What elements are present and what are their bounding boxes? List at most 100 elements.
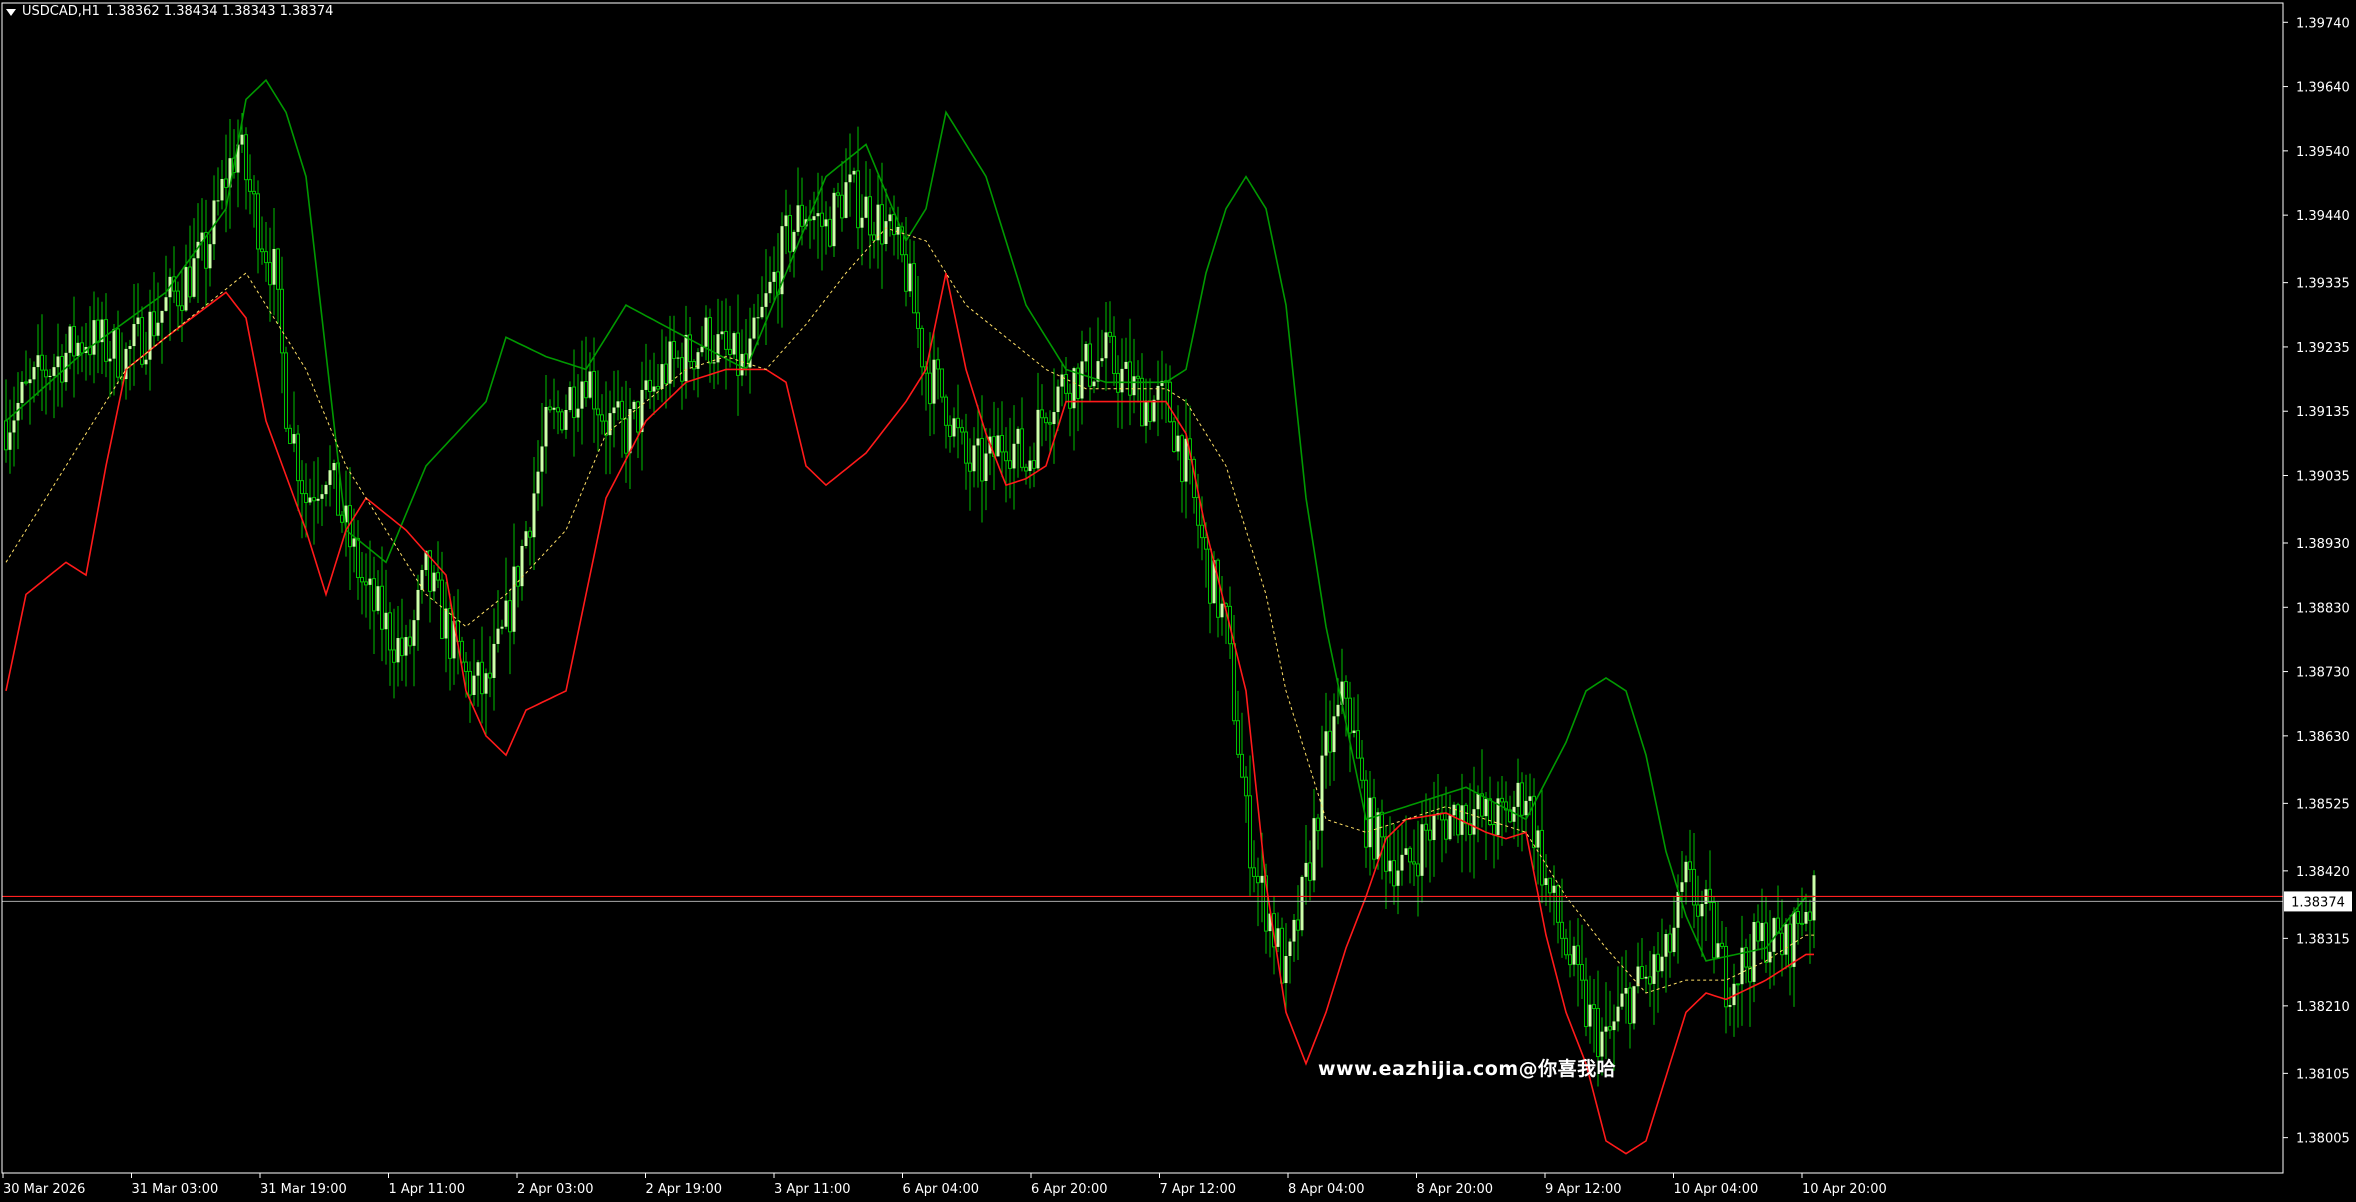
candle-body-bull bbox=[796, 205, 800, 232]
candle-body-bull bbox=[1716, 943, 1720, 958]
candle-body-bear bbox=[692, 361, 696, 370]
candle-body-bull bbox=[1552, 885, 1556, 893]
candle-body-bear bbox=[1608, 1026, 1612, 1031]
candle-body-bear bbox=[248, 179, 252, 192]
candle-body-bear bbox=[1248, 795, 1252, 869]
candle-body-bull bbox=[36, 355, 40, 368]
candle-body-bull bbox=[164, 297, 168, 311]
candle-body-bull bbox=[136, 317, 140, 325]
candle-body-bear bbox=[548, 406, 552, 411]
time-tick-label: 2 Apr 19:00 bbox=[646, 1182, 723, 1197]
candle-body-bear bbox=[1564, 937, 1568, 956]
candle-body-bull bbox=[524, 531, 528, 546]
time-tick-label: 10 Apr 20:00 bbox=[1802, 1182, 1887, 1197]
candle-body-bear bbox=[44, 369, 48, 378]
candle-body-bear bbox=[304, 493, 308, 503]
candle-body-bear bbox=[1412, 861, 1416, 865]
candle-body-bear bbox=[728, 348, 732, 356]
candle-body-bull bbox=[1516, 782, 1520, 807]
candle-body-bull bbox=[1152, 399, 1156, 422]
candle-body-bear bbox=[1024, 466, 1028, 472]
candle-body-bear bbox=[488, 672, 492, 679]
candle-body-bull bbox=[1336, 704, 1340, 717]
candle-body-bear bbox=[964, 431, 968, 464]
candle-body-bear bbox=[840, 194, 844, 219]
candle-body-bull bbox=[768, 281, 772, 294]
candle-body-bull bbox=[20, 381, 24, 403]
candle-body-bear bbox=[584, 381, 588, 399]
candle-body-bull bbox=[908, 263, 912, 292]
candle-body-bull bbox=[996, 435, 1000, 457]
candle-body-bear bbox=[872, 234, 876, 241]
collapse-triangle-icon[interactable] bbox=[6, 9, 16, 16]
candle-body-bull bbox=[272, 248, 276, 285]
time-tick-label: 8 Apr 04:00 bbox=[1288, 1182, 1365, 1197]
candle-body-bear bbox=[968, 462, 972, 472]
candle-body-bull bbox=[568, 387, 572, 411]
candle-body-bear bbox=[788, 214, 792, 253]
candle-body-bull bbox=[588, 371, 592, 398]
candle-body-bear bbox=[288, 427, 292, 445]
candle-body-bear bbox=[284, 352, 288, 429]
candle-body-bull bbox=[720, 331, 724, 335]
candle-body-bull bbox=[92, 320, 96, 355]
symbol-timeframe: USDCAD,H1 bbox=[22, 4, 100, 19]
candle-body-bull bbox=[1084, 343, 1088, 362]
price-tick-label: 1.38525 bbox=[2296, 797, 2350, 812]
candle-body-bear bbox=[1316, 817, 1320, 832]
candle-body-bull bbox=[1644, 976, 1648, 979]
candle-body-bear bbox=[400, 637, 404, 657]
candle-body-bull bbox=[848, 174, 852, 183]
price-tick-label: 1.38210 bbox=[2296, 1000, 2350, 1015]
candle-body-bull bbox=[328, 470, 332, 485]
candle-body-bull bbox=[1284, 956, 1288, 984]
candle-body-bull bbox=[668, 341, 672, 384]
candle-body-bull bbox=[740, 353, 744, 376]
candle-body-bear bbox=[656, 386, 660, 390]
candle-body-bear bbox=[1040, 409, 1044, 419]
candle-body-bear bbox=[1584, 979, 1588, 1028]
candle-body-bull bbox=[144, 359, 148, 365]
candle-body-bear bbox=[1668, 933, 1672, 953]
candle-body-bull bbox=[824, 219, 828, 227]
candle-body-bull bbox=[772, 271, 776, 282]
candle-body-bear bbox=[1068, 392, 1072, 409]
candle-body-bull bbox=[1684, 861, 1688, 883]
candle-body-bull bbox=[1612, 1021, 1616, 1031]
candle-body-bear bbox=[1200, 524, 1204, 539]
candle-body-bear bbox=[1628, 987, 1632, 1024]
candle-body-bear bbox=[280, 288, 284, 354]
candle-body-bear bbox=[1000, 434, 1004, 453]
candle-body-bear bbox=[180, 305, 184, 311]
candle-body-bear bbox=[1736, 983, 1740, 986]
candle-body-bull bbox=[28, 379, 32, 384]
candle-body-bear bbox=[1596, 1008, 1600, 1058]
candle-body-bull bbox=[1388, 860, 1392, 872]
candle-body-bull bbox=[616, 401, 620, 408]
candle-body-bear bbox=[920, 327, 924, 368]
candle-body-bull bbox=[320, 494, 324, 499]
price-chart[interactable]: 1.39740 1.39640 1.39540 1.39440 1.39335 1.392… bbox=[0, 0, 2356, 1202]
candle-body-bull bbox=[1036, 409, 1040, 469]
candle-body-bull bbox=[540, 446, 544, 472]
candle-body-bear bbox=[508, 600, 512, 633]
candle-body-bull bbox=[416, 589, 420, 621]
price-tick-label: 1.38420 bbox=[2296, 865, 2350, 880]
candle-body-bear bbox=[1112, 335, 1116, 374]
candle-body-bull bbox=[496, 628, 500, 644]
candle-body-bear bbox=[1240, 753, 1244, 778]
candle-body-bear bbox=[904, 254, 908, 292]
candle-body-bull bbox=[352, 538, 356, 547]
candle-body-bull bbox=[976, 438, 980, 446]
candle-body-bull bbox=[52, 367, 56, 376]
candle-body-bull bbox=[1676, 891, 1680, 928]
candle-body-bear bbox=[956, 417, 960, 429]
candle-body-bull bbox=[324, 484, 328, 495]
candle-body-bear bbox=[256, 193, 260, 250]
candle-body-bull bbox=[932, 359, 936, 404]
candle-body-bull bbox=[1700, 903, 1704, 917]
candle-body-bull bbox=[1368, 797, 1372, 848]
price-tick-label: 1.38830 bbox=[2296, 601, 2350, 616]
candle-body-bear bbox=[104, 319, 108, 362]
candle-body-bear bbox=[1108, 331, 1112, 337]
